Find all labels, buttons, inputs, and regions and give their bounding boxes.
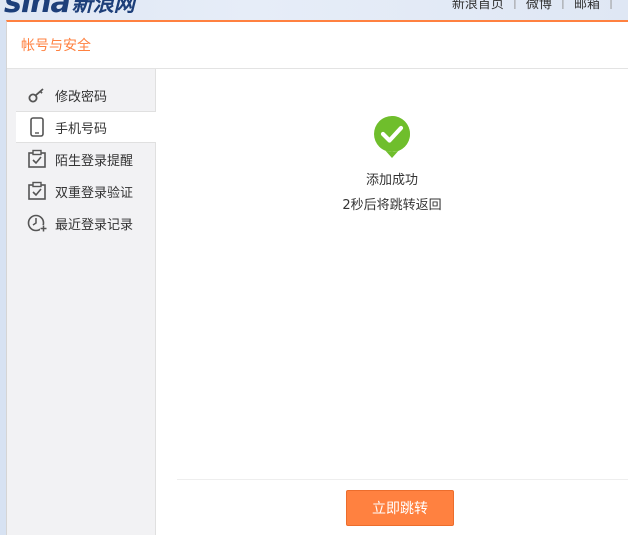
logo-latin: sina — [4, 0, 71, 20]
main-content: 添加成功 2秒后将跳转返回 立即跳转 — [156, 69, 628, 535]
phone-icon — [27, 117, 47, 137]
page-title: 帐号与安全 — [21, 38, 91, 54]
success-title: 添加成功 — [365, 173, 418, 188]
logo-chinese: 新浪网 — [71, 0, 135, 16]
sidebar-item-label: 陌生登录提醒 — [55, 153, 134, 169]
key-icon — [27, 85, 47, 105]
link-separator: | — [560, 0, 565, 9]
link-separator: | — [512, 0, 517, 9]
sidebar-item-login-alert[interactable]: 陌生登录提醒 — [7, 143, 155, 175]
sidebar-item-label: 最近登录记录 — [55, 217, 134, 233]
check-box-icon — [27, 181, 47, 201]
top-links: 新浪首页 | 微博 | 邮箱 | — [452, 0, 622, 12]
clock-icon — [27, 213, 47, 233]
sidebar-item-two-step[interactable]: 双重登录验证 — [7, 175, 155, 207]
sidebar-item-login-history[interactable]: 最近登录记录 — [7, 207, 155, 239]
sidebar-item-label: 手机号码 — [55, 121, 108, 137]
check-box-icon — [27, 149, 47, 169]
sina-logo[interactable]: sina 新浪网 — [4, 0, 135, 18]
top-bar: sina 新浪网 新浪首页 | 微博 | 邮箱 | — [0, 0, 628, 20]
success-check-icon — [373, 115, 411, 159]
top-link-weibo[interactable]: 微博 — [526, 0, 552, 12]
redirect-countdown: 2秒后将跳转返回 — [342, 198, 442, 213]
sidebar-item-change-password[interactable]: 修改密码 — [7, 79, 155, 111]
sidebar-item-label: 双重登录验证 — [55, 185, 134, 201]
top-link-home[interactable]: 新浪首页 — [452, 0, 504, 12]
sidebar-item-phone[interactable]: 手机号码 — [16, 111, 156, 143]
panel-header: 帐号与安全 — [7, 22, 628, 69]
success-message: 添加成功 2秒后将跳转返回 — [156, 115, 628, 213]
sidebar: 修改密码 手机号码 陌生登录提醒 双重登录验证 最近登录记录 — [7, 69, 156, 535]
redirect-now-button[interactable]: 立即跳转 — [346, 490, 454, 526]
sidebar-item-label: 修改密码 — [55, 89, 108, 105]
link-separator: | — [608, 0, 613, 9]
divider — [177, 479, 628, 480]
account-security-panel: 帐号与安全 修改密码 手机号码 陌生登录提醒 双重登录验证 最近登录记录 添加成… — [6, 20, 628, 535]
top-link-mail[interactable]: 邮箱 — [574, 0, 600, 12]
